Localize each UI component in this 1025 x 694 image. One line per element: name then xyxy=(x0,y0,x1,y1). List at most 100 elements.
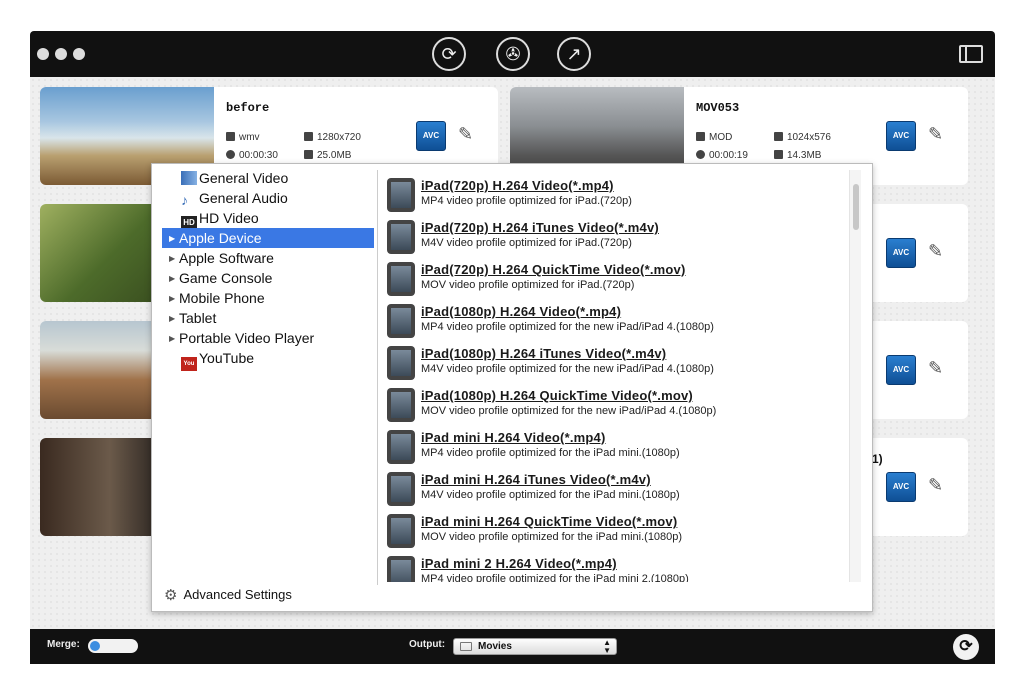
gear-icon: ⚙ xyxy=(164,587,178,604)
category-apple-device[interactable]: ▶ Apple Device xyxy=(162,228,374,248)
format-meta: MOD xyxy=(696,132,732,143)
download-icon xyxy=(304,150,313,159)
output-label: Output: xyxy=(409,639,446,650)
profile-desc: M4V video profile optimized for iPad.(72… xyxy=(421,237,632,249)
clock-icon xyxy=(226,150,235,159)
ipad-icon xyxy=(387,430,415,464)
category-tablet[interactable]: ▶ Tablet xyxy=(162,308,374,328)
disclosure-arrow-icon: ▶ xyxy=(169,314,176,323)
download-icon xyxy=(774,150,783,159)
youtube-icon: You xyxy=(181,357,197,371)
category-general-video[interactable]: General Video xyxy=(162,168,374,188)
ipad-icon xyxy=(387,304,415,338)
category-general-audio[interactable]: ♪ General Audio xyxy=(162,188,374,208)
film-reel-icon[interactable]: ✇ xyxy=(496,37,530,71)
category-list: General Video ♪ General Audio HD HD Video … xyxy=(162,168,374,371)
avc-codec-icon[interactable]: AVC xyxy=(886,238,916,268)
disclosure-arrow-icon: ▶ xyxy=(169,294,176,303)
profile-item[interactable]: iPad mini H.264 iTunes Video(*.m4v) M4V … xyxy=(387,468,847,510)
window-dot-3[interactable] xyxy=(73,48,85,60)
category-youtube[interactable]: You YouTube xyxy=(162,348,374,371)
window-dot-1[interactable] xyxy=(37,48,49,60)
ipad-icon xyxy=(387,472,415,506)
disclosure-arrow-icon: ▶ xyxy=(169,234,176,243)
duration-meta: 00:00:30 xyxy=(226,150,278,161)
profile-title: iPad(720p) H.264 iTunes Video(*.m4v) xyxy=(421,220,659,235)
profile-title: iPad mini 2 H.264 Video(*.mp4) xyxy=(421,556,617,571)
video-name: before xyxy=(226,101,270,115)
size-meta: 25.0MB xyxy=(304,150,351,161)
folder-icon xyxy=(460,642,472,651)
profile-item[interactable]: iPad mini 2 H.264 Video(*.mp4) MP4 video… xyxy=(387,552,847,582)
video-icon xyxy=(181,171,197,185)
category-portable-video-player[interactable]: ▶ Portable Video Player xyxy=(162,328,374,348)
clock-icon xyxy=(696,150,705,159)
profile-item[interactable]: iPad(1080p) H.264 iTunes Video(*.m4v) M4… xyxy=(387,342,847,384)
ipad-icon xyxy=(387,262,415,296)
category-hd-video[interactable]: HD HD Video xyxy=(162,208,374,230)
film-edit-icon[interactable] xyxy=(959,45,983,63)
edit-pencil-icon[interactable]: ✎ xyxy=(458,124,473,145)
resolution-meta: 1280x720 xyxy=(304,132,361,143)
divider xyxy=(377,170,378,585)
edit-pencil-icon[interactable]: ✎ xyxy=(928,358,943,379)
category-mobile-phone[interactable]: ▶ Mobile Phone xyxy=(162,288,374,308)
profile-desc: M4V video profile optimized for the new … xyxy=(421,363,714,375)
profile-item[interactable]: iPad mini H.264 Video(*.mp4) MP4 video p… xyxy=(387,426,847,468)
profile-list: iPad(720p) H.264 Video(*.mp4) MP4 video … xyxy=(387,174,847,582)
advanced-settings-label: Advanced Settings xyxy=(183,587,292,602)
profile-item[interactable]: iPad(720p) H.264 QuickTime Video(*.mov) … xyxy=(387,258,847,300)
updown-arrow-icon: ▲ ▼ xyxy=(603,638,611,655)
profile-desc: M4V video profile optimized for the iPad… xyxy=(421,489,680,501)
profile-item[interactable]: iPad(1080p) H.264 Video(*.mp4) MP4 video… xyxy=(387,300,847,342)
profile-title: iPad(1080p) H.264 iTunes Video(*.m4v) xyxy=(421,346,667,361)
film-icon xyxy=(696,132,705,141)
scroll-thumb[interactable] xyxy=(853,184,859,230)
avc-codec-icon[interactable]: AVC xyxy=(886,472,916,502)
film-icon xyxy=(226,132,235,141)
ipad-icon xyxy=(387,388,415,422)
window-dot-2[interactable] xyxy=(55,48,67,60)
convert-button[interactable]: ⟳ xyxy=(953,634,979,660)
disclosure-arrow-icon: ▶ xyxy=(169,334,176,343)
profile-title: iPad(720p) H.264 Video(*.mp4) xyxy=(421,178,614,193)
edit-pencil-icon[interactable]: ✎ xyxy=(928,241,943,262)
profile-popup: General Video ♪ General Audio HD HD Video … xyxy=(151,163,873,612)
category-game-console[interactable]: ▶ Game Console xyxy=(162,268,374,288)
bottom-bar: Merge: Output: Movies ▲ ▼ ⟳ xyxy=(30,629,995,664)
merge-toggle[interactable] xyxy=(88,639,138,653)
edit-pencil-icon[interactable]: ✎ xyxy=(928,475,943,496)
profile-scrollbar[interactable] xyxy=(849,170,861,582)
ipad-icon xyxy=(387,220,415,254)
ipad-icon xyxy=(387,346,415,380)
profile-desc: MP4 video profile optimized for iPad.(72… xyxy=(421,195,632,207)
profile-item[interactable]: iPad(1080p) H.264 QuickTime Video(*.mov)… xyxy=(387,384,847,426)
audio-icon: ♪ xyxy=(181,192,188,208)
title-bar: ⟳ ✇ ↗ xyxy=(30,31,995,85)
ipad-icon xyxy=(387,514,415,548)
convert-tab-icon[interactable]: ⟳ xyxy=(432,37,466,85)
advanced-settings-button[interactable]: ⚙ Advanced Settings xyxy=(164,586,292,604)
output-select[interactable]: Movies ▲ ▼ xyxy=(453,638,617,655)
merge-label: Merge: xyxy=(47,639,80,650)
avc-codec-icon[interactable]: AVC xyxy=(886,121,916,151)
profile-title: iPad(1080p) H.264 Video(*.mp4) xyxy=(421,304,622,319)
monitor-icon xyxy=(774,132,783,141)
profile-desc: MOV video profile optimized for the new … xyxy=(421,405,717,417)
share-icon[interactable]: ↗ xyxy=(557,37,591,71)
profile-desc: MOV video profile optimized for iPad.(72… xyxy=(421,279,635,291)
profile-item[interactable]: iPad mini H.264 QuickTime Video(*.mov) M… xyxy=(387,510,847,552)
avc-codec-icon[interactable]: AVC xyxy=(886,355,916,385)
profile-title: iPad mini H.264 Video(*.mp4) xyxy=(421,430,606,445)
profile-desc: MP4 video profile optimized for the new … xyxy=(421,321,714,333)
category-apple-software[interactable]: ▶ Apple Software xyxy=(162,248,374,268)
profile-item[interactable]: iPad(720p) H.264 Video(*.mp4) MP4 video … xyxy=(387,174,847,216)
profile-title: iPad mini H.264 iTunes Video(*.m4v) xyxy=(421,472,651,487)
avc-codec-icon[interactable]: AVC xyxy=(416,121,446,151)
edit-pencil-icon[interactable]: ✎ xyxy=(928,124,943,145)
size-meta: 14.3MB xyxy=(774,150,821,161)
profile-item[interactable]: iPad(720p) H.264 iTunes Video(*.m4v) M4V… xyxy=(387,216,847,258)
profile-desc: MP4 video profile optimized for the iPad… xyxy=(421,447,680,459)
ipad-icon xyxy=(387,556,415,582)
resolution-meta: 1024x576 xyxy=(774,132,831,143)
